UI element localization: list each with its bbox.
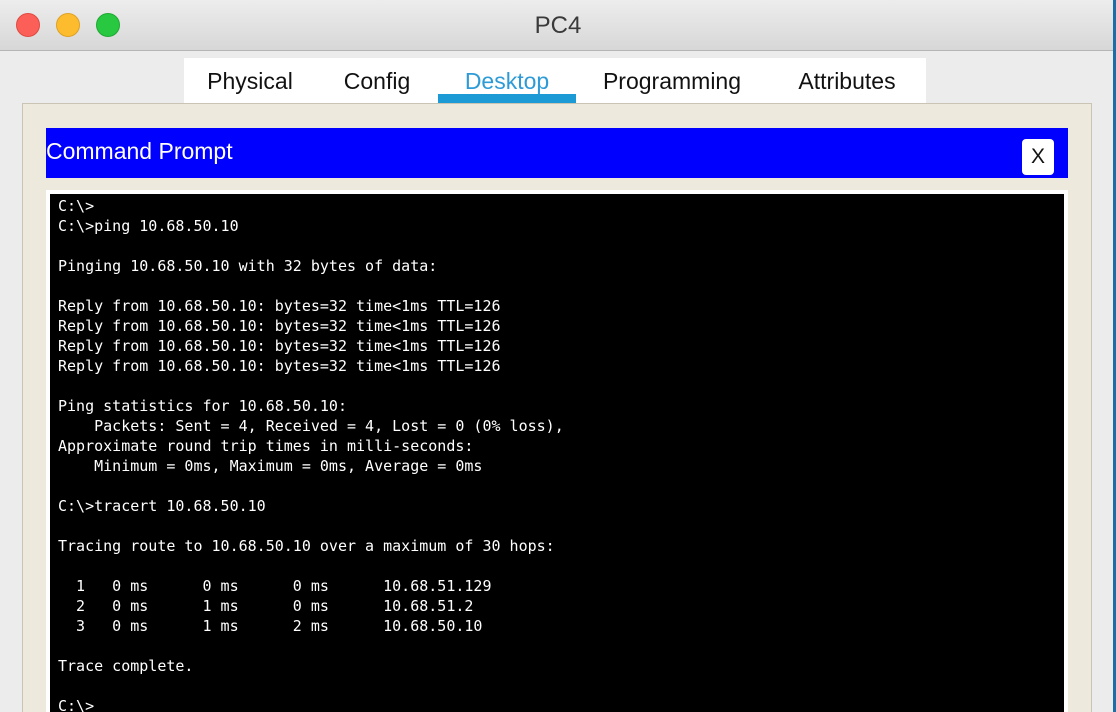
terminal-line: Pinging 10.68.50.10 with 32 bytes of dat… bbox=[58, 257, 438, 275]
terminal-line: Approximate round trip times in milli-se… bbox=[58, 437, 474, 455]
terminal-line: 1 0 ms 0 ms 0 ms 10.68.51.129 bbox=[58, 577, 492, 595]
tab-attributes[interactable]: Attributes bbox=[780, 58, 914, 103]
terminal-line: 2 0 ms 1 ms 0 ms 10.68.51.2 bbox=[58, 597, 474, 615]
tab-desktop-label: Desktop bbox=[464, 68, 550, 94]
terminal-output[interactable]: C:\> C:\>ping 10.68.50.10 Pinging 10.68.50… bbox=[50, 194, 1064, 712]
terminal-line: Reply from 10.68.50.10: bytes=32 time<1m… bbox=[58, 317, 501, 335]
close-command-prompt-button[interactable]: X bbox=[1022, 139, 1054, 175]
tab-config[interactable]: Config bbox=[324, 58, 430, 103]
terminal-line: Packets: Sent = 4, Received = 4, Lost = … bbox=[58, 417, 564, 435]
app-window: PC4 Physical Config Desktop Programming … bbox=[0, 0, 1116, 712]
tab-programming-label: Programming bbox=[602, 68, 742, 94]
title-bar[interactable]: PC4 bbox=[0, 0, 1116, 51]
terminal-line: 3 0 ms 1 ms 2 ms 10.68.50.10 bbox=[58, 617, 483, 635]
terminal-line: Minimum = 0ms, Maximum = 0ms, Average = … bbox=[58, 457, 483, 475]
terminal-line: C:\>ping 10.68.50.10 bbox=[58, 217, 239, 235]
terminal-line: C:\>tracert 10.68.50.10 bbox=[58, 497, 266, 515]
command-prompt-title: Command Prompt bbox=[46, 138, 233, 164]
terminal-line: C:\> bbox=[58, 697, 95, 712]
active-tab-indicator bbox=[438, 94, 576, 103]
terminal-line: Ping statistics for 10.68.50.10: bbox=[58, 397, 347, 415]
terminal-text: C:\> C:\>ping 10.68.50.10 Pinging 10.68.50… bbox=[58, 194, 564, 712]
tab-config-label: Config bbox=[343, 68, 411, 94]
tab-programming[interactable]: Programming bbox=[588, 58, 756, 103]
terminal-line: Reply from 10.68.50.10: bytes=32 time<1m… bbox=[58, 357, 501, 375]
tab-physical[interactable]: Physical bbox=[196, 58, 304, 103]
terminal-line: C:\> bbox=[58, 197, 95, 215]
tab-desktop[interactable]: Desktop bbox=[438, 58, 576, 103]
terminal-line: Reply from 10.68.50.10: bytes=32 time<1m… bbox=[58, 297, 501, 315]
command-prompt-header: Command Prompt X bbox=[46, 128, 1068, 178]
window-title: PC4 bbox=[534, 12, 582, 39]
tab-attributes-label: Attributes bbox=[798, 68, 896, 94]
tab-bar: Physical Config Desktop Programming Attr… bbox=[184, 58, 926, 103]
terminal-line: Trace complete. bbox=[58, 657, 194, 675]
terminal-line: Tracing route to 10.68.50.10 over a maxi… bbox=[58, 537, 555, 555]
terminal-line: Reply from 10.68.50.10: bytes=32 time<1m… bbox=[58, 337, 501, 355]
tab-physical-label: Physical bbox=[207, 68, 293, 94]
